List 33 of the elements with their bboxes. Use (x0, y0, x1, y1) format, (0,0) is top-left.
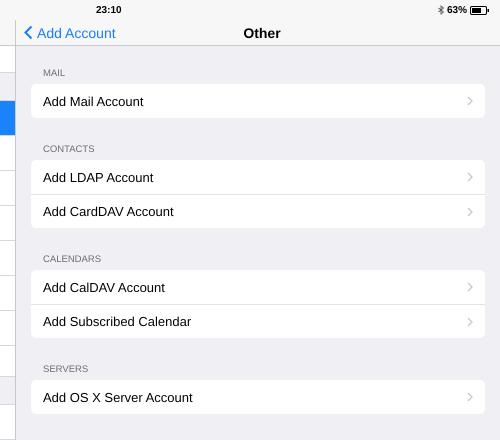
sidebar-row[interactable] (0, 311, 15, 346)
back-chevron-icon (24, 25, 33, 40)
sidebar-row[interactable] (0, 241, 15, 276)
sidebar-row[interactable] (0, 101, 15, 136)
back-button[interactable]: Add Account (24, 24, 116, 40)
settings-row[interactable]: Add CardDAV Account (31, 194, 485, 228)
section-header: SERVERS (42, 364, 90, 375)
chevron-icon (467, 206, 473, 216)
sidebar-row[interactable] (0, 136, 15, 171)
nav-title: Other (243, 24, 281, 40)
sidebar-row[interactable] (0, 46, 15, 73)
sidebar-row[interactable] (0, 405, 15, 440)
settings-row[interactable]: Add Mail Account (31, 84, 485, 118)
settings-row[interactable]: Add LDAP Account (31, 160, 485, 194)
settings-row[interactable]: Add Subscribed Calendar (31, 304, 485, 338)
sidebar-row[interactable] (0, 276, 15, 311)
sidebar-row[interactable] (0, 346, 15, 377)
settings-row[interactable]: Add OS X Server Account (31, 380, 485, 414)
battery-percentage: 63% (446, 4, 467, 16)
chevron-icon (467, 172, 473, 182)
status-time: 23:10 (96, 4, 123, 16)
battery-icon (470, 6, 490, 14)
settings-row[interactable]: Add CalDAV Account (31, 270, 485, 304)
chevron-icon (467, 316, 473, 326)
sidebar-row[interactable] (0, 171, 15, 206)
section-header: MAIL (42, 68, 66, 79)
section-header: CONTACTS (42, 144, 96, 155)
sidebar-row[interactable] (0, 206, 15, 241)
chevron-icon (467, 282, 473, 292)
chevron-icon (467, 392, 473, 402)
chevron-icon (467, 96, 473, 106)
bluetooth-icon (438, 5, 444, 15)
section-header: CALENDARS (42, 254, 102, 265)
